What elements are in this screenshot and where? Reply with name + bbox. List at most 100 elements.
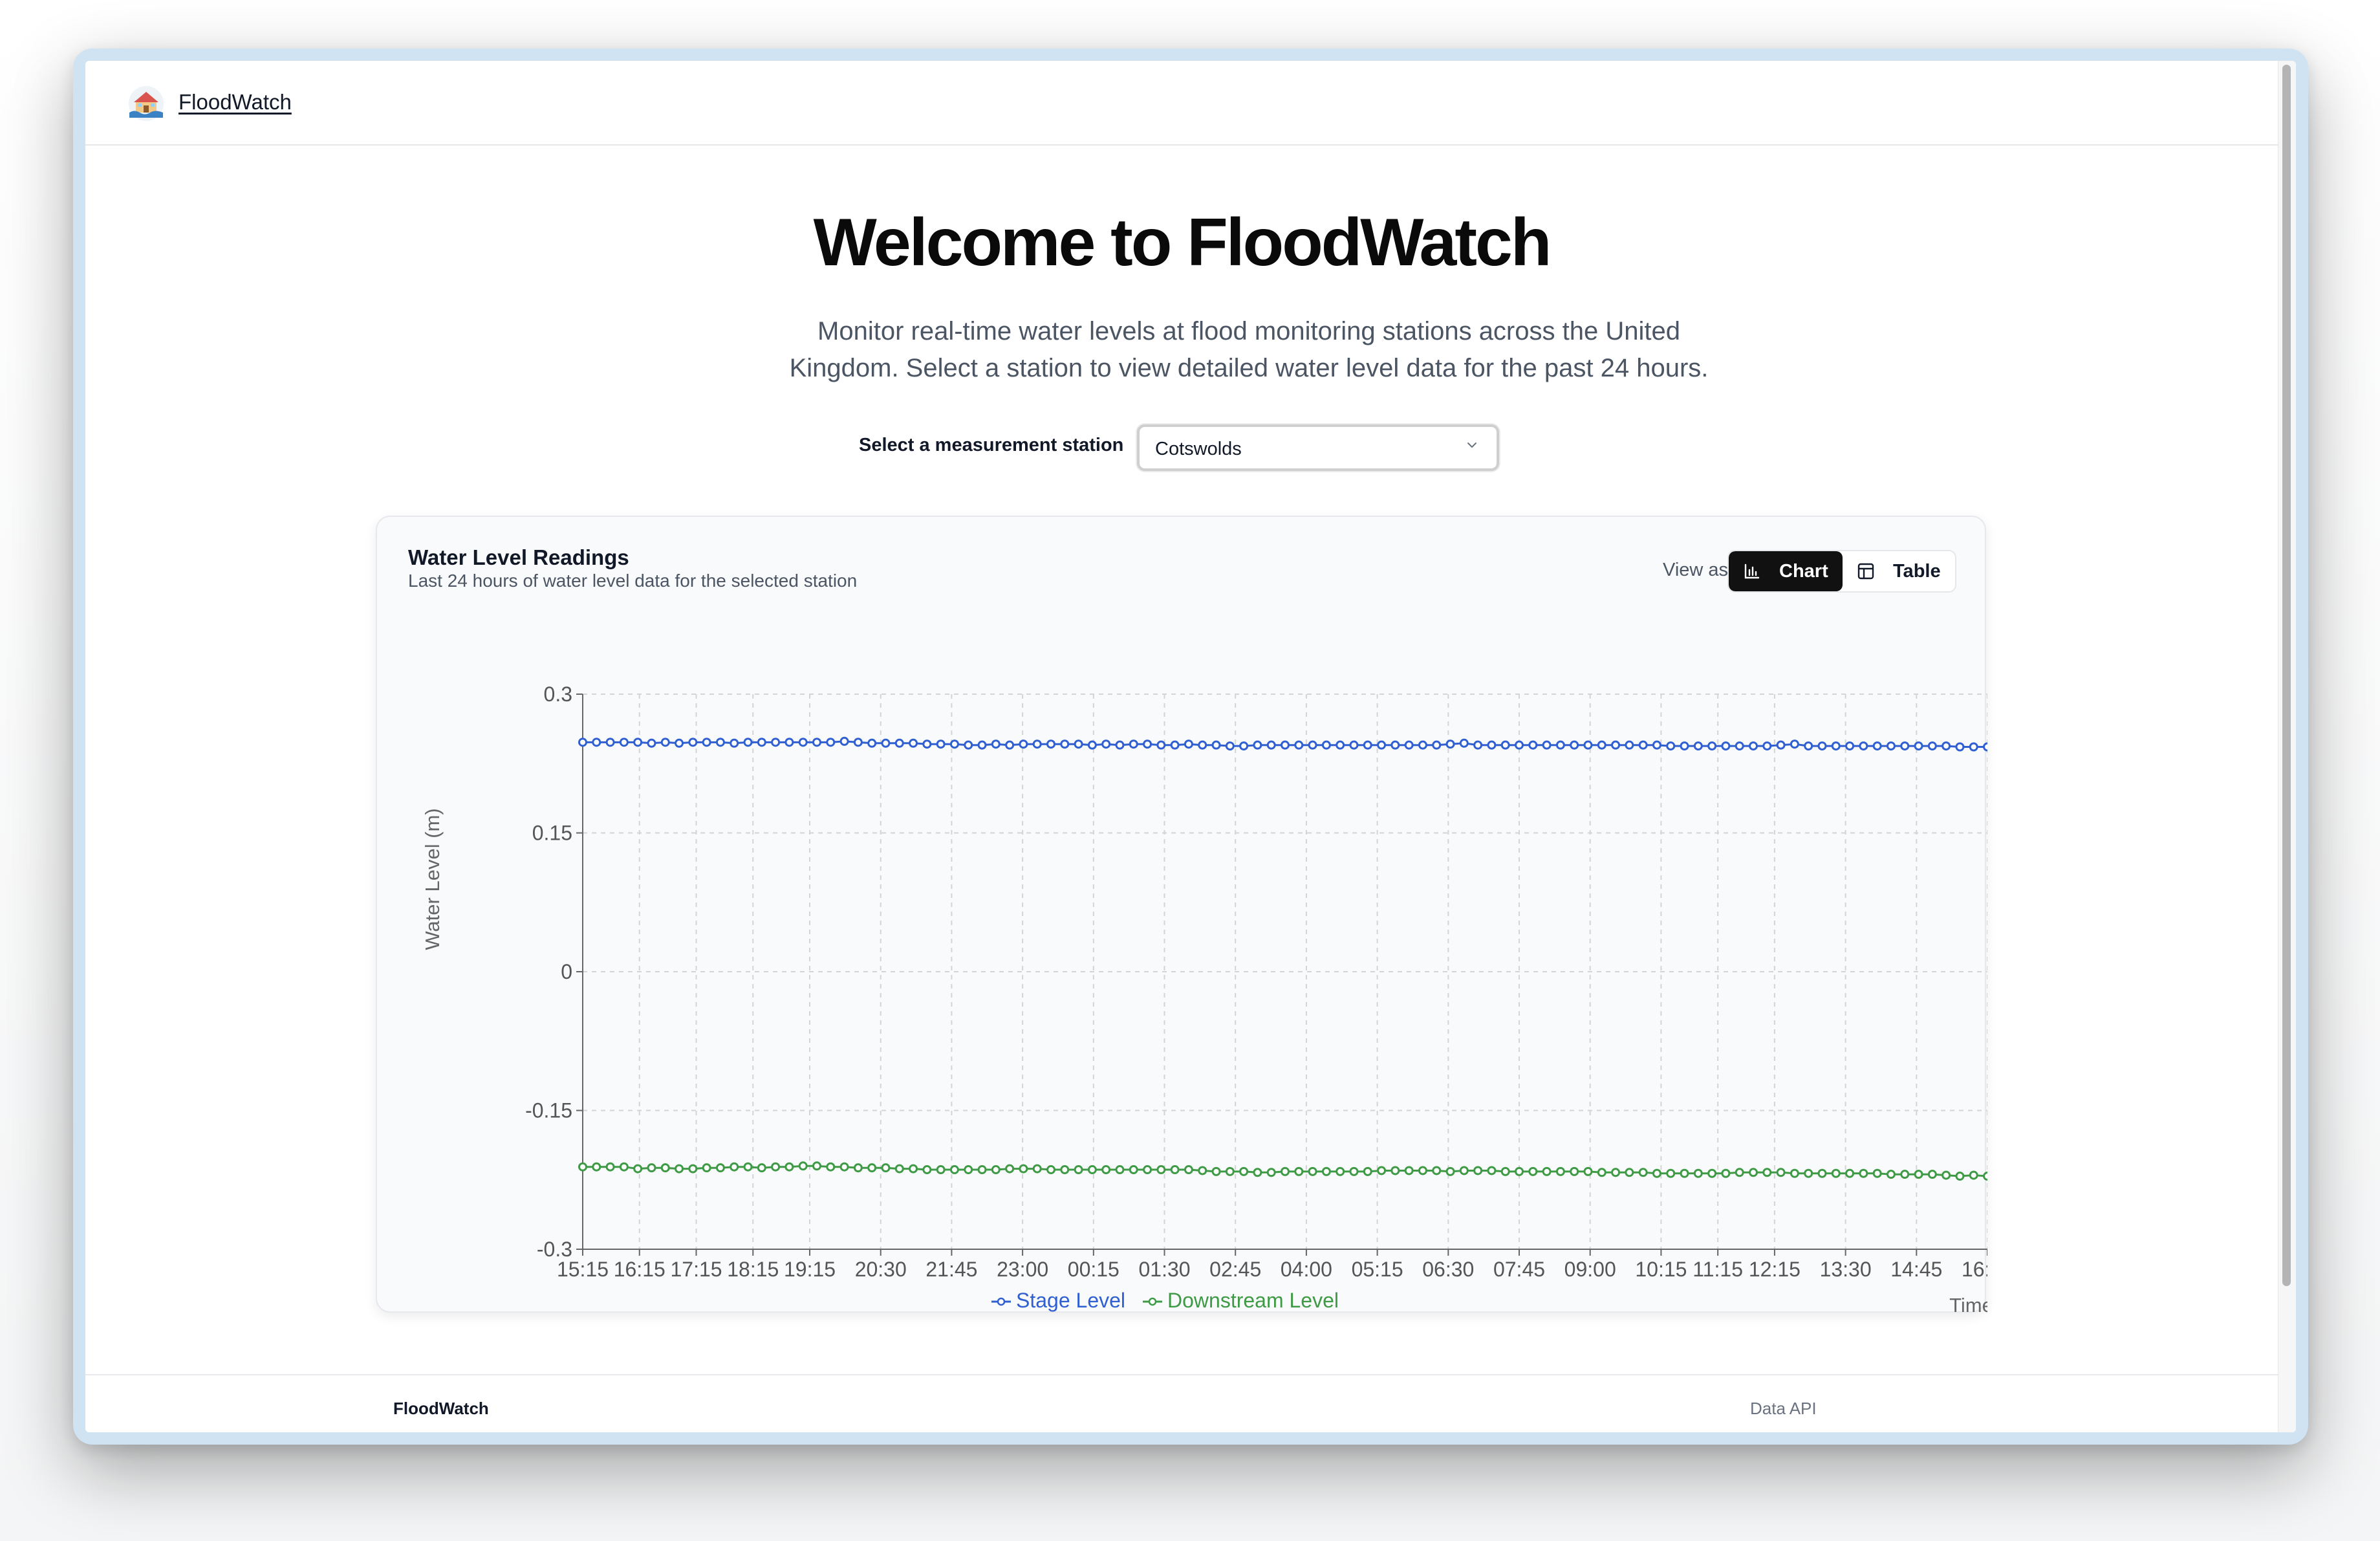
- stage-level-point: [991, 739, 1001, 749]
- downstream-level-point: [1817, 1168, 1827, 1178]
- downstream-level-point: [1266, 1168, 1276, 1177]
- stage-level-point: [1570, 740, 1579, 750]
- page-scrollbar[interactable]: [2278, 61, 2296, 1432]
- downstream-level-point: [1390, 1166, 1400, 1175]
- x-tick-label: 20:30: [855, 1258, 907, 1281]
- stage-level-point: [1969, 742, 1978, 752]
- stage-level-point: [633, 738, 643, 747]
- stage-level-point: [1321, 740, 1331, 750]
- stage-level-point: [1680, 741, 1689, 751]
- x-tick-label: 13:30: [1820, 1258, 1872, 1281]
- downstream-level-point: [1115, 1165, 1125, 1175]
- downstream-level-point: [1060, 1165, 1070, 1175]
- downstream-level-point: [1046, 1165, 1055, 1175]
- downstream-level-point: [1211, 1166, 1221, 1176]
- stage-level-point: [1500, 740, 1510, 750]
- x-tick-label: 07:45: [1493, 1258, 1545, 1281]
- stage-level-point: [1597, 740, 1606, 750]
- scrollbar-thumb[interactable]: [2282, 65, 2291, 1286]
- x-tick-label: 04:00: [1281, 1258, 1332, 1281]
- stage-level-point: [675, 738, 684, 748]
- downstream-level-point: [1914, 1170, 1923, 1179]
- stage-level-point: [1817, 741, 1827, 751]
- stage-level-point: [1390, 740, 1400, 750]
- station-select[interactable]: Cotswolds: [1137, 424, 1499, 471]
- downstream-level-point: [1336, 1166, 1345, 1176]
- downstream-level-point: [1377, 1166, 1387, 1175]
- stage-level-point: [1445, 739, 1455, 749]
- downstream-level-point: [1281, 1166, 1290, 1176]
- x-tick-label: 00:15: [1068, 1258, 1120, 1281]
- y-axis-label: Water Level (m): [421, 808, 444, 950]
- downstream-level-point: [949, 1165, 959, 1175]
- browser-window: FloodWatch Welcome to FloodWatch Monitor…: [73, 49, 2308, 1445]
- stage-level-point: [881, 738, 891, 748]
- stage-level-point: [1115, 740, 1125, 750]
- x-tick-label: 12:15: [1749, 1258, 1801, 1281]
- stage-level-point: [1032, 739, 1042, 749]
- stage-level-point: [660, 738, 670, 747]
- subtitle-line-2: Kingdom. Select a station to view detail…: [789, 354, 1709, 382]
- downstream-level-point: [1625, 1168, 1634, 1177]
- y-tick-label: 0.3: [544, 683, 572, 706]
- floodwatch-logo-icon[interactable]: [128, 85, 164, 122]
- stage-level-point: [1762, 741, 1772, 751]
- downstream-level-point: [1762, 1168, 1772, 1177]
- downstream-level-point: [1404, 1166, 1414, 1175]
- downstream-level-point: [1445, 1166, 1455, 1176]
- stage-level-point: [1377, 740, 1387, 750]
- page-title: Welcome to FloodWatch: [813, 205, 1552, 280]
- x-tick-label: 23:00: [997, 1258, 1048, 1281]
- downstream-level-point: [715, 1163, 725, 1173]
- downstream-level-point: [1363, 1166, 1372, 1176]
- downstream-level-point: [1032, 1164, 1042, 1174]
- stage-level-point: [1156, 740, 1166, 750]
- stage-level-point: [1611, 740, 1621, 750]
- stage-level-point: [1101, 739, 1111, 749]
- downstream-level-point: [1680, 1168, 1689, 1178]
- downstream-level-point: [688, 1164, 698, 1174]
- stage-level-point: [1859, 741, 1868, 751]
- downstream-level-point: [605, 1162, 615, 1172]
- downstream-level-point: [619, 1162, 629, 1172]
- stage-level-point: [1074, 739, 1083, 749]
- stage-level-point: [688, 738, 698, 747]
- downstream-level-point: [894, 1164, 904, 1174]
- downstream-level-point: [1597, 1168, 1606, 1177]
- downstream-level-point: [1790, 1168, 1799, 1178]
- downstream-level-point: [1542, 1166, 1552, 1176]
- downstream-level-point: [1900, 1170, 1910, 1179]
- stage-level-point: [1927, 741, 1937, 751]
- stage-level-point: [1459, 738, 1469, 748]
- downstream-level-point: [660, 1163, 670, 1173]
- site-header: FloodWatch: [85, 61, 2278, 146]
- downstream-level-point: [771, 1162, 781, 1172]
- chart-axes: 0.30.150-0.15-0.315:15 16:15 17:15 18:15 19:…: [525, 683, 1987, 1281]
- downstream-level-point: [1942, 1170, 1951, 1180]
- footer-data-api-link[interactable]: Data API: [1750, 1399, 1817, 1419]
- x-tick-label: 11:15: [1693, 1258, 1743, 1281]
- x-tick-label: 09:00: [1564, 1258, 1616, 1281]
- downstream-level-point: [1955, 1172, 1965, 1181]
- stage-level-point: [1019, 739, 1028, 749]
- chart-legend: Stage Level Downstream Level: [991, 1289, 1339, 1312]
- station-select-label: Select a measurement station: [859, 435, 1124, 455]
- page-viewport: FloodWatch Welcome to FloodWatch Monitor…: [85, 61, 2296, 1432]
- downstream-level-point: [1515, 1166, 1524, 1176]
- downstream-level-point: [991, 1165, 1001, 1175]
- downstream-level-point: [784, 1162, 794, 1172]
- downstream-level-point: [853, 1163, 863, 1173]
- brand-link[interactable]: FloodWatch: [178, 90, 292, 115]
- downstream-level-point: [1019, 1164, 1028, 1174]
- x-tick-label: 14:45: [1890, 1258, 1942, 1281]
- stage-level-point: [1198, 740, 1207, 750]
- downstream-level-point: [730, 1162, 739, 1172]
- y-tick-label: -0.15: [525, 1099, 572, 1122]
- downstream-level-point: [1156, 1165, 1166, 1175]
- downstream-level-point: [1074, 1165, 1083, 1175]
- x-tick-label: 17:15: [670, 1258, 722, 1281]
- downstream-level-point: [1735, 1168, 1744, 1177]
- downstream-level-point: [578, 1162, 587, 1172]
- downstream-level-point: [1253, 1168, 1262, 1177]
- stage-level-point: [592, 738, 601, 747]
